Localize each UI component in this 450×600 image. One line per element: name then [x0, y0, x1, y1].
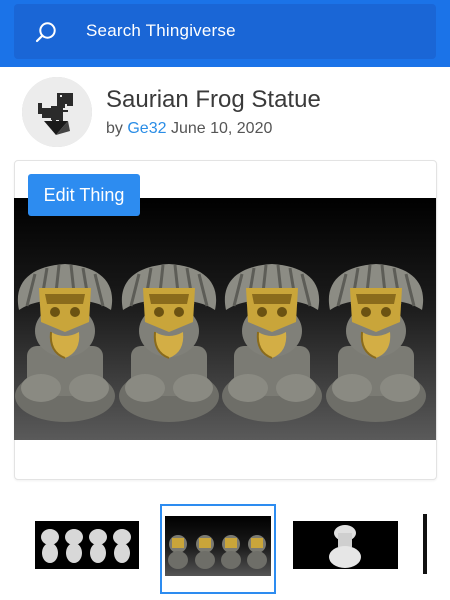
top-bar: Search Thingiverse	[0, 0, 450, 67]
thumbnail-image	[41, 529, 131, 563]
edit-thing-button[interactable]: Edit Thing	[28, 174, 140, 216]
search-bar[interactable]: Search Thingiverse	[14, 4, 436, 59]
thing-meta: by Ge32 June 10, 2020	[106, 120, 272, 138]
search-icon	[35, 22, 56, 43]
thumbnail-selected[interactable]	[165, 516, 271, 576]
thumbnail-image	[329, 525, 361, 568]
main-image[interactable]	[14, 198, 436, 440]
by-label: by	[106, 120, 123, 137]
thumbnail-strip	[0, 490, 450, 600]
statue-render	[14, 262, 428, 424]
avatar[interactable]	[22, 77, 92, 147]
publish-date: June 10, 2020	[170, 120, 273, 137]
thumbnail[interactable]	[423, 514, 427, 574]
thing-title: Saurian Frog Statue	[106, 86, 321, 113]
dinosaur-icon	[22, 77, 92, 147]
thumbnail-image	[168, 535, 267, 569]
thumbnail[interactable]	[293, 521, 398, 569]
author-link[interactable]: Ge32	[127, 120, 166, 137]
thumbnail[interactable]	[35, 521, 139, 569]
search-input[interactable]: Search Thingiverse	[86, 21, 236, 41]
